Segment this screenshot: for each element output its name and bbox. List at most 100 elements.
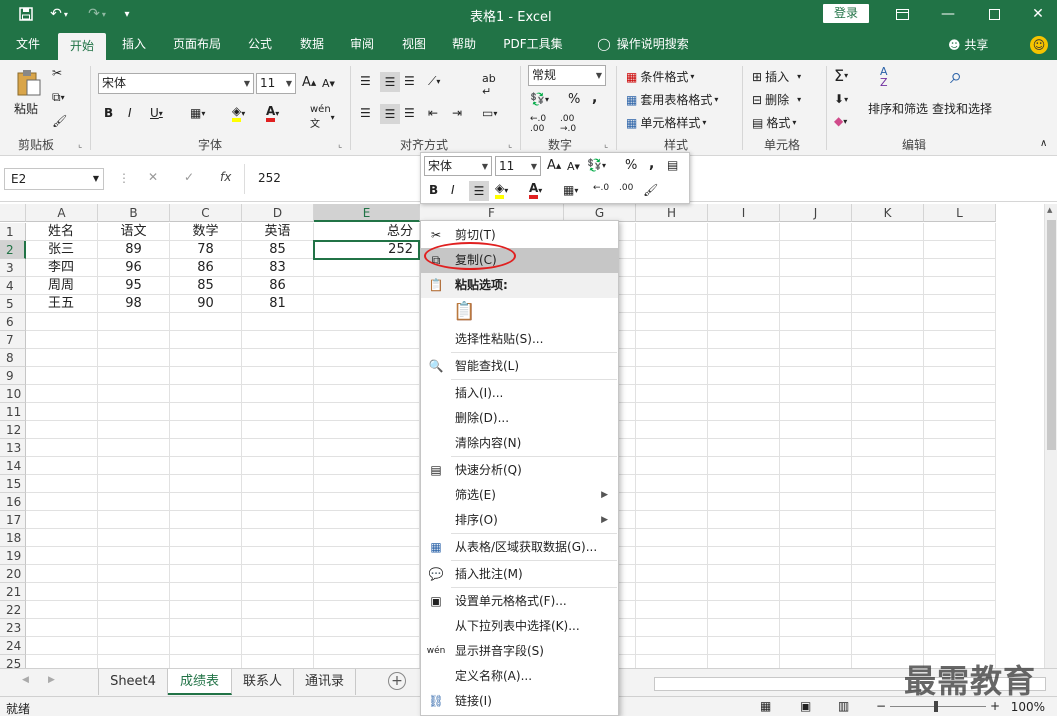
row-header-14[interactable]: 14: [0, 457, 26, 475]
mini-font-color-icon[interactable]: A ▾: [529, 181, 542, 199]
cell-j8[interactable]: [780, 349, 852, 367]
cell-b17[interactable]: [98, 511, 170, 529]
share-button[interactable]: ☻ 共享: [948, 36, 988, 53]
row-header-18[interactable]: 18: [0, 529, 26, 547]
vertical-scrollbar[interactable]: ▲: [1044, 204, 1057, 668]
menu-item-get-data-from-table[interactable]: ▦ 从表格/区域获取数据(G)...: [421, 535, 618, 560]
cell-k22[interactable]: [852, 601, 924, 619]
mini-border-icon[interactable]: ▦ ▾: [563, 183, 578, 197]
cell-d18[interactable]: [242, 529, 314, 547]
column-header-b[interactable]: B: [98, 204, 170, 222]
menu-item-format-cells[interactable]: ▣ 设置单元格格式(F)...: [421, 589, 618, 614]
cell-a9[interactable]: [26, 367, 98, 385]
cell-h16[interactable]: [636, 493, 708, 511]
cell-c5[interactable]: 90: [170, 295, 242, 313]
cell-c3[interactable]: 86: [170, 259, 242, 277]
cell-d6[interactable]: [242, 313, 314, 331]
row-header-7[interactable]: 7: [0, 331, 26, 349]
mini-percent-icon[interactable]: %: [625, 158, 637, 173]
cell-h17[interactable]: [636, 511, 708, 529]
cell-d13[interactable]: [242, 439, 314, 457]
align-bottom-icon[interactable]: ☰: [404, 74, 415, 88]
cut-icon[interactable]: ✂: [52, 66, 62, 80]
cell-i25[interactable]: [708, 655, 780, 668]
select-all-corner[interactable]: [0, 204, 26, 222]
mini-increase-decimal-icon[interactable]: ←.0: [593, 183, 609, 193]
cell-d14[interactable]: [242, 457, 314, 475]
cell-k12[interactable]: [852, 421, 924, 439]
column-header-j[interactable]: J: [780, 204, 852, 222]
row-header-16[interactable]: 16: [0, 493, 26, 511]
cell-h20[interactable]: [636, 565, 708, 583]
menu-item-define-name[interactable]: 定义名称(A)...: [421, 664, 618, 689]
cell-a5[interactable]: 王五: [26, 295, 98, 313]
font-color-icon[interactable]: A ▾: [266, 104, 279, 122]
cell-k24[interactable]: [852, 637, 924, 655]
cell-e6[interactable]: [314, 313, 420, 331]
cell-b25[interactable]: [98, 655, 170, 668]
row-header-23[interactable]: 23: [0, 619, 26, 637]
row-header-2[interactable]: 2: [0, 241, 26, 259]
cell-e5[interactable]: [314, 295, 420, 313]
column-header-l[interactable]: L: [924, 204, 996, 222]
tab-file[interactable]: 文件: [8, 28, 48, 60]
tell-me-search[interactable]: ◯ 操作说明搜索: [588, 28, 698, 60]
decrease-decimal-icon[interactable]: .00 →.0: [560, 114, 576, 134]
menu-item-paste-special[interactable]: 选择性粘贴(S)...: [421, 327, 618, 352]
row-header-11[interactable]: 11: [0, 403, 26, 421]
search-icon[interactable]: ⌕: [950, 64, 962, 89]
cell-k1[interactable]: [852, 223, 924, 241]
cell-j3[interactable]: [780, 259, 852, 277]
row-header-3[interactable]: 3: [0, 259, 26, 277]
copy-icon[interactable]: ⧉ ▾: [52, 90, 65, 105]
cell-a21[interactable]: [26, 583, 98, 601]
collapse-ribbon-icon[interactable]: ∧: [1040, 138, 1047, 149]
phonetic-guide-icon[interactable]: wén 文 ▾: [310, 104, 335, 130]
zoom-out-icon[interactable]: −: [876, 699, 886, 713]
cell-c9[interactable]: [170, 367, 242, 385]
menu-item-pick-from-dropdown[interactable]: 从下拉列表中选择(K)...: [421, 614, 618, 639]
clear-icon[interactable]: ◆ ▾: [834, 114, 847, 128]
cell-e4[interactable]: [314, 277, 420, 295]
sheet-tab-sheet4[interactable]: Sheet4: [98, 669, 168, 695]
undo-icon[interactable]: ↶ ▾: [44, 4, 74, 24]
cell-k18[interactable]: [852, 529, 924, 547]
sort-filter-icon[interactable]: AZ: [880, 66, 888, 88]
cell-i23[interactable]: [708, 619, 780, 637]
cell-d25[interactable]: [242, 655, 314, 668]
cell-c2[interactable]: 78: [170, 241, 242, 259]
cell-i9[interactable]: [708, 367, 780, 385]
row-header-22[interactable]: 22: [0, 601, 26, 619]
fill-icon[interactable]: ⬇ ▾: [834, 92, 848, 106]
cell-d7[interactable]: [242, 331, 314, 349]
cell-h25[interactable]: [636, 655, 708, 668]
cell-a18[interactable]: [26, 529, 98, 547]
add-sheet-icon[interactable]: +: [388, 672, 406, 690]
cell-k13[interactable]: [852, 439, 924, 457]
zoom-slider-thumb[interactable]: [934, 701, 938, 712]
cell-j23[interactable]: [780, 619, 852, 637]
cell-l14[interactable]: [924, 457, 996, 475]
cell-h22[interactable]: [636, 601, 708, 619]
cancel-icon[interactable]: ✕: [148, 170, 158, 184]
find-select-button[interactable]: 查找和选择: [932, 100, 992, 117]
cell-e7[interactable]: [314, 331, 420, 349]
align-top-icon[interactable]: ☰: [360, 74, 371, 88]
cell-j25[interactable]: [780, 655, 852, 668]
increase-decimal-icon[interactable]: ←.0.00: [530, 114, 546, 134]
cell-a15[interactable]: [26, 475, 98, 493]
cell-b11[interactable]: [98, 403, 170, 421]
cell-h9[interactable]: [636, 367, 708, 385]
cell-b23[interactable]: [98, 619, 170, 637]
cell-e23[interactable]: [314, 619, 420, 637]
cell-b16[interactable]: [98, 493, 170, 511]
cell-h10[interactable]: [636, 385, 708, 403]
cell-c14[interactable]: [170, 457, 242, 475]
cell-l24[interactable]: [924, 637, 996, 655]
fill-color-icon[interactable]: ◈ ▾: [232, 104, 245, 122]
page-layout-view-icon[interactable]: ▣: [800, 699, 811, 713]
cell-i11[interactable]: [708, 403, 780, 421]
cell-c13[interactable]: [170, 439, 242, 457]
cell-k16[interactable]: [852, 493, 924, 511]
cell-d11[interactable]: [242, 403, 314, 421]
